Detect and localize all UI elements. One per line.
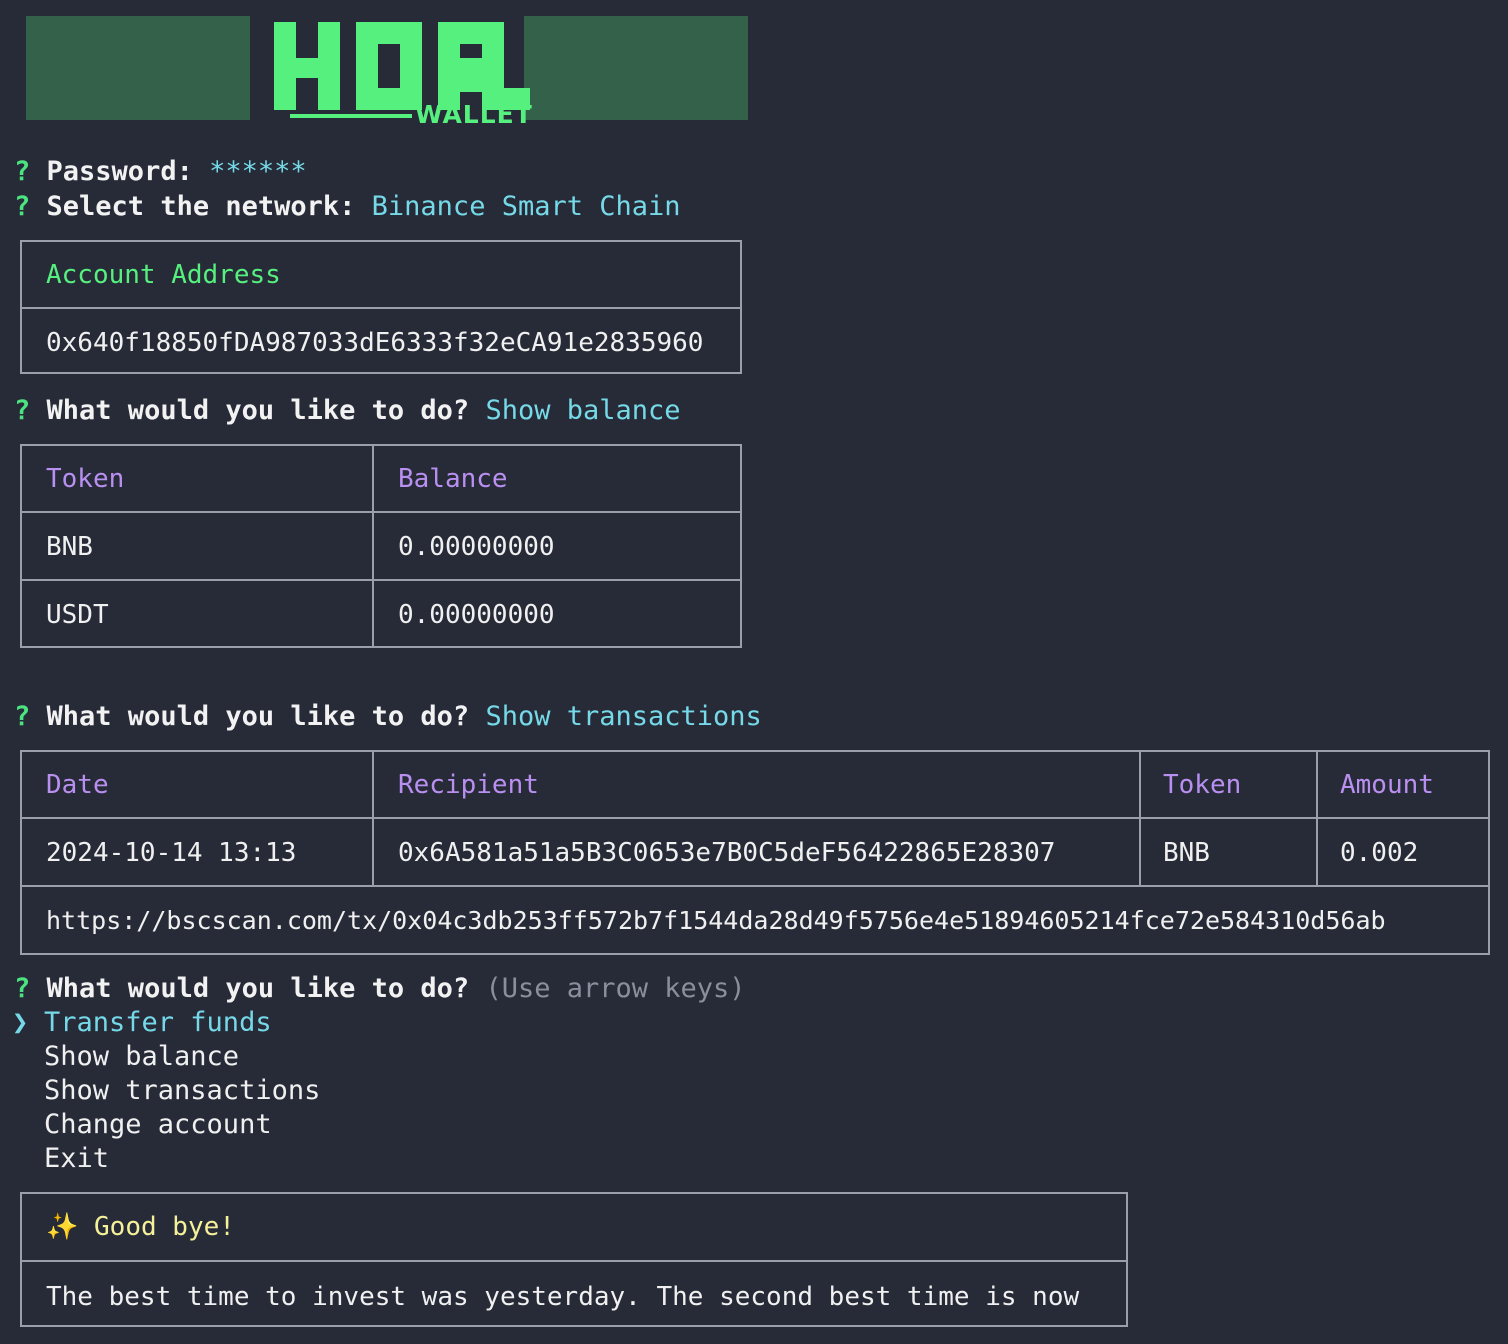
balance-prompt-line: ? What would you like to do? Show balanc… xyxy=(14,394,681,428)
table-row: USDT xyxy=(46,600,109,630)
account-address-value: 0x640f18850fDA987033dE6333f32eCA91e28359… xyxy=(46,328,704,358)
balance-table: Token Balance BNB 0.00000000 USDT 0.0000… xyxy=(20,444,742,648)
table-column-divider xyxy=(372,446,374,646)
tx-col-amount: Amount xyxy=(1340,770,1434,800)
prompt-marker-icon: ? xyxy=(14,191,31,222)
menu-prompt-line: ? What would you like to do? (Use arrow … xyxy=(14,972,746,1006)
app-logo-banner: WALLET xyxy=(26,16,748,127)
password-value: ****** xyxy=(209,156,307,187)
table-row: BNB xyxy=(1163,838,1210,868)
transactions-table: Date Recipient Token Amount 2024-10-14 1… xyxy=(20,750,1490,955)
panel-divider xyxy=(22,1260,1126,1262)
menu-item-show-transactions[interactable]: Show transactions xyxy=(44,1074,320,1108)
balance-col-token: Token xyxy=(46,464,125,494)
table-column-divider xyxy=(1139,752,1141,885)
transactions-prompt-label: What would you like to do? xyxy=(46,701,470,732)
table-row: 0.00000000 xyxy=(398,600,555,630)
account-address-header: Account Address xyxy=(46,260,281,290)
goodbye-title-row: ✨ Good bye! xyxy=(46,1212,235,1242)
table-row: 0.002 xyxy=(1340,838,1419,868)
logo-subtitle: WALLET xyxy=(415,100,533,129)
menu-item-transfer-funds[interactable]: Transfer funds xyxy=(44,1006,272,1040)
menu-prompt-label: What would you like to do? xyxy=(46,973,470,1004)
prompt-marker-icon: ? xyxy=(14,973,31,1004)
balance-prompt-label: What would you like to do? xyxy=(46,395,470,426)
table-row: 2024-10-14 13:13 xyxy=(46,838,297,868)
menu-selection-pointer-icon: ❯ xyxy=(12,1007,29,1038)
tx-col-token: Token xyxy=(1163,770,1242,800)
table-column-divider xyxy=(372,752,374,885)
network-prompt-line: ? Select the network: Binance Smart Chai… xyxy=(14,190,681,224)
menu-item-show-balance[interactable]: Show balance xyxy=(44,1040,239,1074)
transactions-prompt-line: ? What would you like to do? Show transa… xyxy=(14,700,762,734)
panel-divider xyxy=(22,307,740,309)
table-divider xyxy=(22,579,740,581)
logo-block-left xyxy=(26,16,250,120)
prompt-marker-icon: ? xyxy=(14,701,31,732)
network-value: Binance Smart Chain xyxy=(371,191,681,222)
table-row: 0.00000000 xyxy=(398,532,555,562)
terminal-screen: WALLET ? Password: ****** ? Select the n… xyxy=(0,0,1508,1344)
sparkles-icon: ✨ xyxy=(46,1212,79,1242)
table-divider xyxy=(22,817,1488,819)
goodbye-title: Good bye! xyxy=(94,1212,235,1242)
logo-underline xyxy=(290,114,412,118)
tx-col-date: Date xyxy=(46,770,109,800)
tx-col-recipient: Recipient xyxy=(398,770,539,800)
table-divider xyxy=(22,885,1488,887)
password-label: Password: xyxy=(46,156,193,187)
table-row: 0x6A581a51a5B3C0653e7B0C5deF56422865E283… xyxy=(398,838,1056,868)
balance-col-balance: Balance xyxy=(398,464,508,494)
table-row: BNB xyxy=(46,532,93,562)
balance-prompt-value: Show balance xyxy=(485,395,681,426)
prompt-marker-icon: ? xyxy=(14,395,31,426)
password-prompt-line: ? Password: ****** xyxy=(14,155,307,189)
menu-item-exit[interactable]: Exit xyxy=(44,1142,109,1176)
table-column-divider xyxy=(1316,752,1318,885)
tx-explorer-link[interactable]: https://bscscan.com/tx/0x04c3db253ff572b… xyxy=(46,906,1386,936)
network-label: Select the network: xyxy=(46,191,356,222)
menu-prompt-hint: (Use arrow keys) xyxy=(485,973,746,1004)
account-address-panel: Account Address 0x640f18850fDA987033dE63… xyxy=(20,240,742,374)
goodbye-quote: The best time to invest was yesterday. T… xyxy=(46,1282,1080,1312)
prompt-marker-icon: ? xyxy=(14,156,31,187)
transactions-prompt-value: Show transactions xyxy=(485,701,762,732)
menu-item-change-account[interactable]: Change account xyxy=(44,1108,272,1142)
table-divider xyxy=(22,511,740,513)
goodbye-panel: ✨ Good bye! The best time to invest was … xyxy=(20,1192,1128,1327)
logo-block-right xyxy=(524,16,748,120)
